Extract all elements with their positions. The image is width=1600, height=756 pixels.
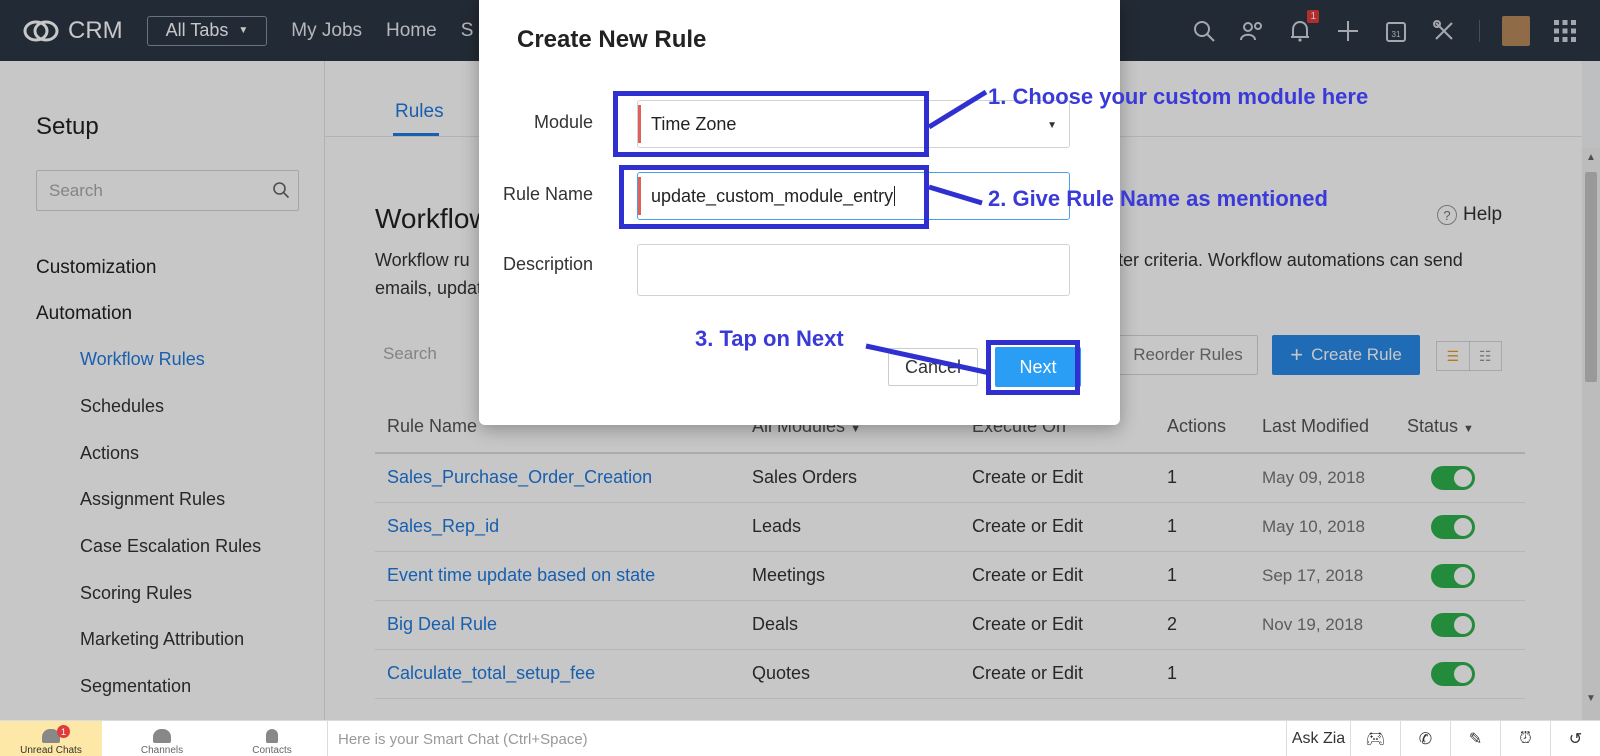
gamepad-icon[interactable]: 🎮︎ [1350,721,1400,756]
annotation-box-module [613,91,929,157]
dialog-title: Create New Rule [517,26,707,53]
annotation-step-2: 2. Give Rule Name as mentioned [988,186,1328,211]
description-label: Description [502,254,593,274]
cancel-button[interactable]: Cancel [888,348,978,386]
unread-count-badge: 1 [57,725,70,738]
annotation-step-3: 3. Tap on Next [695,326,844,351]
bottom-chat-bar: 1 Unread Chats Channels Contacts Here is… [0,720,1600,756]
ask-zia-button[interactable]: Ask Zia [1286,721,1350,756]
phone-icon[interactable]: ✆ [1400,721,1450,756]
smart-chat-input[interactable]: Here is your Smart Chat (Ctrl+Space) [327,721,1207,756]
unread-chats-label: Unread Chats [20,745,82,756]
annotation-step-1: 1. Choose your custom module here [988,84,1369,109]
unread-chats-button[interactable]: 1 Unread Chats [0,721,102,756]
rule-name-label: Rule Name [502,184,593,204]
contact-person-icon [266,729,278,743]
channels-label: Channels [140,745,184,756]
zia-icon[interactable]: ✎ [1450,721,1500,756]
history-icon[interactable]: ↺ [1550,721,1600,756]
bottom-tools: Ask Zia 🎮︎ ✆ ✎ ⏰︎ ↺ [1286,721,1600,756]
channels-button[interactable]: Channels [112,721,212,756]
annotation-box-next [986,340,1080,395]
description-field[interactable] [637,244,1070,296]
annotation-box-rule-name [619,165,929,229]
chevron-down-icon: ▼ [1047,120,1057,131]
channels-icon [153,729,171,743]
contacts-button[interactable]: Contacts [222,721,322,756]
alarm-clock-icon[interactable]: ⏰︎ [1500,721,1550,756]
module-label: Module [533,112,593,132]
chat-icon: 1 [42,725,70,743]
smart-chat-placeholder: Here is your Smart Chat (Ctrl+Space) [338,730,588,748]
contacts-label: Contacts [252,745,292,756]
